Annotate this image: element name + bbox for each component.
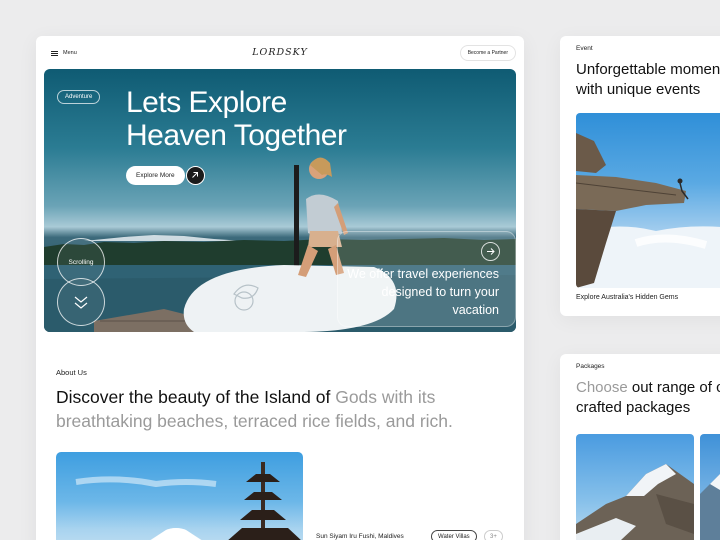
about-heading-dark: Discover the beauty of the Island of [56,387,336,407]
scroll-down-button[interactable] [57,278,105,326]
offer-text: We offer travel experiences designed to … [347,267,499,317]
water-villas-tag[interactable]: Water Villas [431,530,477,540]
cliff-photo[interactable] [576,113,720,288]
hero-title: Lets Explore Heaven Together [126,86,347,152]
hero-banner: Adventure Lets Explore Heaven Together E… [44,69,516,332]
top-navigation: Menu LORDSKY Become a Partner [36,36,524,70]
packages-card: Packages Choose out range of carefully c… [560,354,720,540]
mountain-scene-image [576,464,694,540]
event-title: Unforgettable moments with unique events [576,60,720,100]
cliff-scene-image [576,133,720,288]
offer-glass-card: We offer travel experiences designed to … [337,231,516,327]
package-photo-mountain[interactable] [576,434,694,540]
hero-title-line2: Heaven Together [126,119,347,152]
hero-title-line1: Lets Explore [126,86,287,119]
event-card: Event Unforgettable moments with unique … [560,36,720,316]
about-us-label: About Us [56,368,87,377]
packages-label: Packages [576,363,605,370]
about-heading: Discover the beauty of the Island of God… [56,385,506,433]
event-caption[interactable]: Explore Australia's Hidden Gems [576,294,678,301]
packages-title-muted: Choose [576,379,632,396]
villa-name: Sun Siyam Iru Fushi, Maldives [316,533,404,540]
event-title-line1: Unforgettable moments [576,61,720,78]
package-photo-alt[interactable] [700,434,720,540]
event-title-line2: with unique events [576,81,701,98]
more-count-badge[interactable]: 3+ [484,530,503,540]
pagoda-photo [56,452,303,540]
offer-arrow-button[interactable] [481,242,500,261]
packages-title: Choose out range of carefully crafted pa… [576,378,720,418]
main-page-card: Menu LORDSKY Become a Partner Adventure … [36,36,524,540]
explore-more-button[interactable]: Explore More [126,166,185,185]
explore-arrow-button[interactable] [186,166,205,185]
mountain-scene-image-2 [700,474,720,540]
packages-title-dark: out range of carefully [631,379,720,396]
double-chevron-down-icon [74,296,88,309]
event-label: Event [576,45,593,52]
brand-logo[interactable]: LORDSKY [36,47,524,58]
pagoda-scene-image [75,462,301,540]
arrow-up-right-icon [192,172,198,178]
packages-title-line2: crafted packages [576,399,691,416]
scrolling-label: Scrolling [68,258,94,266]
become-partner-button[interactable]: Become a Partner [459,45,516,61]
arrow-right-icon [487,248,495,255]
adventure-tag[interactable]: Adventure [57,90,101,104]
